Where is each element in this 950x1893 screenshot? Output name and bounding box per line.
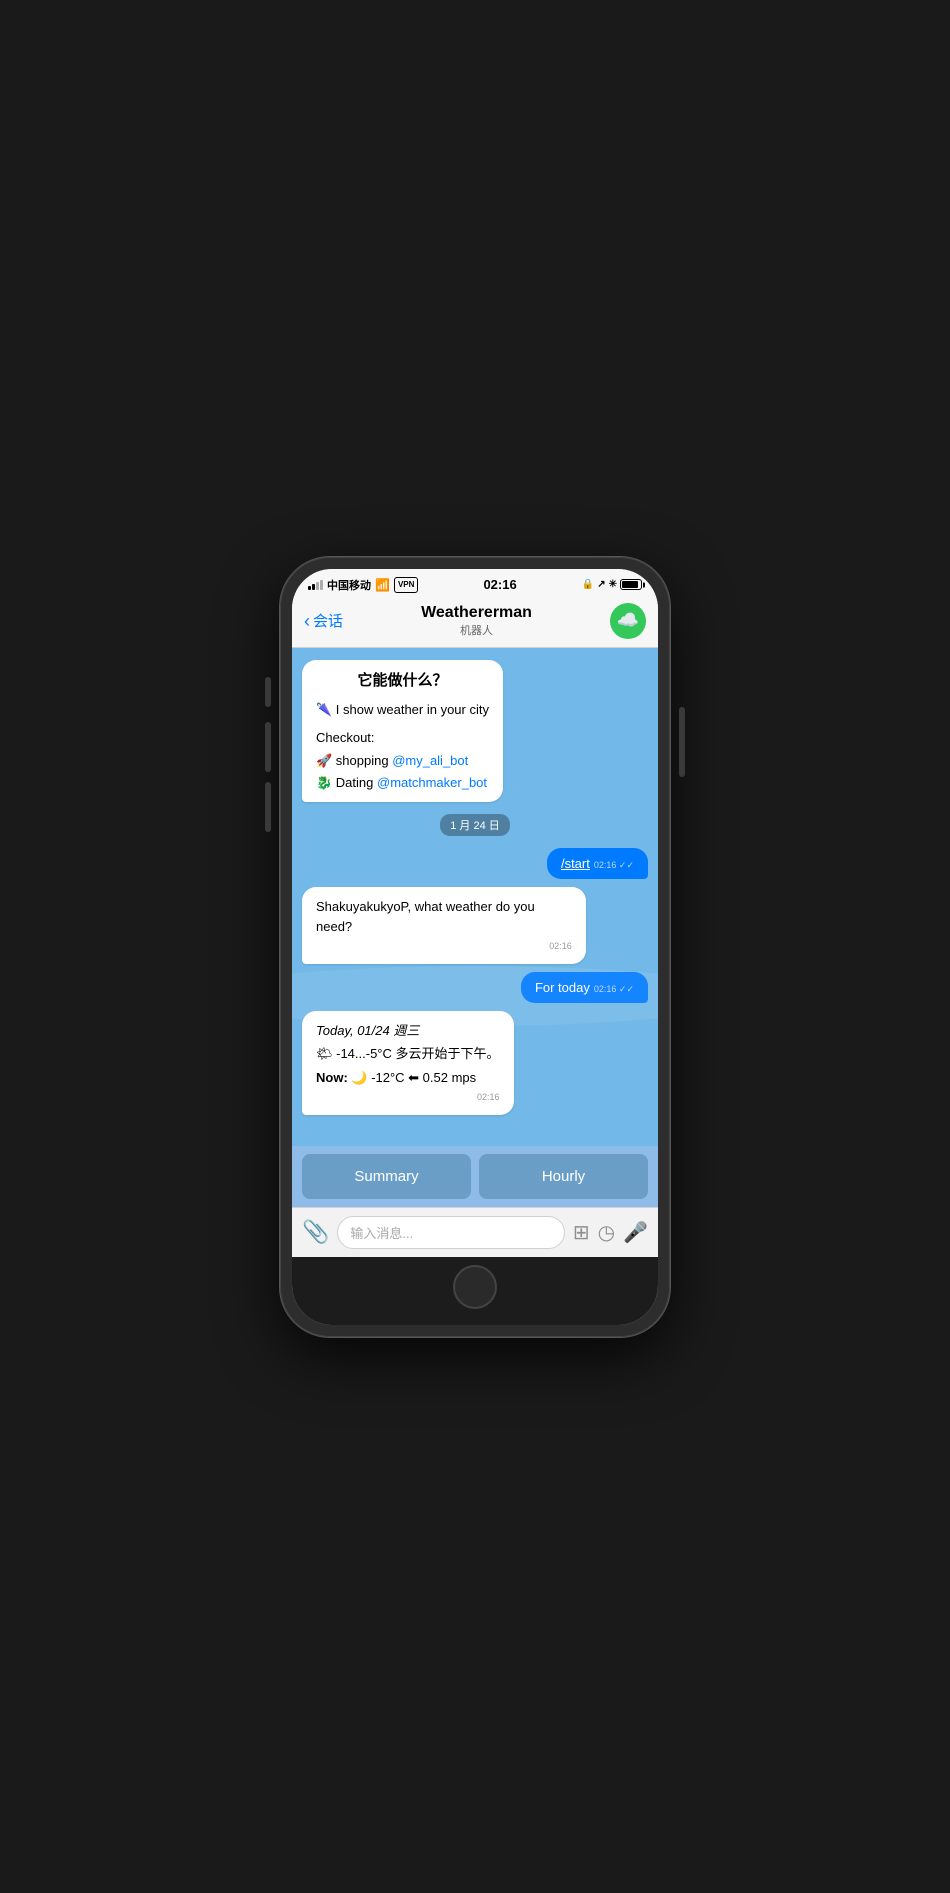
bot-reply-text: ShakuyakukyoP, what weather do you need? [316, 899, 535, 934]
bot-reply-bubble: ShakuyakukyoP, what weather do you need?… [302, 887, 586, 964]
intro-heading: 它能做什么？ [316, 670, 489, 693]
wifi-icon: 📶 [375, 578, 390, 592]
nav-center: Weathererman 机器人 [421, 604, 532, 638]
battery-icon [620, 579, 642, 590]
dating-link[interactable]: @matchmaker_bot [377, 775, 487, 790]
bot-avatar-icon: ☁️ [617, 610, 639, 631]
bot-reply-time: 02:16 [316, 940, 572, 954]
attach-icon[interactable]: 📎 [302, 1219, 329, 1245]
volume-down-button [265, 782, 271, 832]
nav-bar: ‹ 会话 Weathererman 机器人 ☁️ [292, 597, 658, 648]
user-today-message: For today 02:16 ✓✓ [521, 972, 648, 1003]
weather-line2: 🌤 -14...-5°C 多云开始于下午。 [316, 1044, 500, 1064]
chevron-left-icon: ‹ [304, 612, 310, 630]
keyboard-buttons-row: Summary Hourly [292, 1146, 658, 1207]
input-icons: ⊞ ◷ 🎤 [573, 1220, 648, 1245]
intro-line1: 🌂 I show weather in your city [316, 700, 489, 720]
input-bar: 📎 输入消息... ⊞ ◷ 🎤 [292, 1207, 658, 1257]
read-check2-icon: ✓✓ [619, 984, 634, 994]
summary-button[interactable]: Summary [302, 1154, 471, 1199]
shopping-link[interactable]: @my_ali_bot [392, 753, 468, 768]
sticker-icon[interactable]: ⊞ [573, 1220, 590, 1245]
input-placeholder: 输入消息... [350, 1226, 413, 1241]
nav-subtitle: 机器人 [421, 622, 532, 638]
user-start-message: /start 02:16 ✓✓ [547, 848, 648, 879]
home-button-area [292, 1257, 658, 1325]
bot-weather-bubble: Today, 01/24 週三 🌤 -14...-5°C 多云开始于下午。 No… [302, 1011, 514, 1115]
back-label: 会话 [313, 610, 343, 631]
power-button [679, 707, 685, 777]
hourly-button[interactable]: Hourly [479, 1154, 648, 1199]
emoji-icon[interactable]: ◷ [598, 1220, 615, 1245]
chat-area: 它能做什么？ 🌂 I show weather in your city Che… [292, 648, 658, 1146]
start-timestamp: 02:16 ✓✓ [594, 860, 634, 871]
status-right: 🔒 ↗ ✳ [582, 579, 642, 590]
bot-avatar[interactable]: ☁️ [610, 603, 646, 639]
message-input[interactable]: 输入消息... [337, 1216, 564, 1249]
today-timestamp: 02:16 ✓✓ [594, 984, 634, 995]
back-button[interactable]: ‹ 会话 [304, 610, 343, 631]
intro-dating: 🐉 Dating @matchmaker_bot [316, 773, 489, 793]
today-text: For today [535, 980, 590, 995]
now-label: Now: [316, 1070, 351, 1085]
vpn-badge: VPN [394, 577, 418, 593]
location-icon: ↗ [597, 579, 605, 590]
weather-line3: Now: 🌙 -12°C ⬅ 0.52 mps [316, 1068, 500, 1088]
nav-title: Weathererman [421, 604, 532, 622]
weather-time: 02:16 [316, 1091, 500, 1105]
status-left: 中国移动 📶 VPN [308, 577, 418, 593]
home-button[interactable] [453, 1265, 497, 1309]
signal-icon [308, 580, 323, 590]
read-check-icon: ✓✓ [619, 860, 634, 870]
screen: 中国移动 📶 VPN 02:16 🔒 ↗ ✳ ‹ 会话 [292, 569, 658, 1325]
weather-now-values: 🌙 -12°C ⬅ 0.52 mps [351, 1070, 476, 1085]
bluetooth-icon: ✳ [609, 579, 617, 590]
lock-icon: 🔒 [582, 579, 594, 590]
start-text: /start [561, 856, 590, 871]
weather-line1: Today, 01/24 週三 [316, 1021, 500, 1041]
volume-up-button [265, 722, 271, 772]
carrier-label: 中国移动 [327, 577, 371, 593]
intro-checkout: Checkout: [316, 728, 489, 748]
status-bar: 中国移动 📶 VPN 02:16 🔒 ↗ ✳ [292, 569, 658, 597]
mic-icon[interactable]: 🎤 [623, 1220, 648, 1245]
mute-button [265, 677, 271, 707]
date-badge: 1 月 24 日 [440, 814, 510, 836]
phone-frame: 中国移动 📶 VPN 02:16 🔒 ↗ ✳ ‹ 会话 [280, 557, 670, 1337]
status-time: 02:16 [483, 577, 516, 592]
bot-intro-bubble: 它能做什么？ 🌂 I show weather in your city Che… [302, 660, 503, 803]
intro-shopping: 🚀 shopping @my_ali_bot [316, 751, 489, 771]
